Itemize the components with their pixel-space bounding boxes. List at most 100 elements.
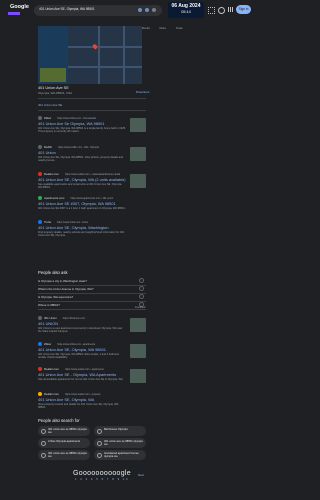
result-snippet: 401 Union is a new apartment community i… xyxy=(38,327,123,334)
time-label: 05:14 xyxy=(181,10,191,14)
tab-tools[interactable]: Tools xyxy=(176,26,183,30)
related-search-chip[interactable]: Urban Olympia apartments xyxy=(38,438,90,448)
result-url[interactable]: https://www.realtor.com › property xyxy=(65,393,101,396)
result-thumbnail[interactable] xyxy=(130,174,146,188)
result-title[interactable]: 401 Union Ave SE, Olympia, WA xyxy=(38,397,146,402)
site-favicon-icon xyxy=(38,392,42,396)
google-logo[interactable]: Google xyxy=(6,3,30,19)
result-snippet: 401 Union Ave SE, Olympia, WA 98501 is a… xyxy=(38,127,126,134)
result-url[interactable]: https://www.realtor.com › apartments xyxy=(65,368,104,371)
paa-question-text: Where is 98501? xyxy=(38,303,60,307)
site-name: Apartments.com xyxy=(44,196,65,200)
search-result: 401 Union https://401union.com 401 UNION … xyxy=(38,316,146,334)
search-result: Zillow https://www.zillow.com › homedetai… xyxy=(38,116,146,134)
search-icon xyxy=(41,453,46,458)
search-query: 401 Union Ave SE, Olympia, WA 98501 xyxy=(39,7,95,11)
result-snippet: See available apartments and rental unit… xyxy=(38,183,123,190)
chevron-down-icon[interactable] xyxy=(139,278,144,283)
search-result: Realtor.com https://www.realtor.com › rea… xyxy=(38,172,146,190)
result-title[interactable]: 401 Union Ave SE, Olympia, Washington xyxy=(38,225,146,230)
result-url[interactable]: https://www.zillow.com › apartments xyxy=(57,343,95,346)
chip-label: Urban Olympia apartments xyxy=(48,440,81,443)
search-input[interactable]: 401 Union Ave SE, Olympia, WA 98501 xyxy=(34,5,162,16)
chip-label: Goodwood apartment homes olympia wa xyxy=(104,452,139,459)
map-preview[interactable] xyxy=(38,26,142,84)
result-title[interactable]: 401 Union Ave SE #307, Olympia, WA 98501 xyxy=(38,201,146,206)
chip-label: Bell House Olympia xyxy=(104,428,128,431)
related-search-chip[interactable]: 401 union ave se 98501 olympia wa xyxy=(94,438,146,448)
search-icon xyxy=(97,441,102,446)
tab-more[interactable]: More xyxy=(159,26,166,30)
search-result: Realtor.com https://www.realtor.com › apa… xyxy=(38,367,146,383)
feedback-link[interactable]: Feedback xyxy=(135,306,146,309)
search-icon xyxy=(41,429,46,434)
site-name: 401 Union xyxy=(44,316,57,320)
labs-icon[interactable] xyxy=(208,7,215,14)
related-search-chip[interactable]: Bell House Olympia xyxy=(94,426,146,436)
result-url[interactable]: https://www.trulia.com › home xyxy=(57,221,88,224)
result-url[interactable]: https://www.redfin.com › WA › Olympia xyxy=(58,146,99,149)
result-url[interactable]: https://www.zillow.com › homedetails xyxy=(57,117,96,120)
site-favicon-icon xyxy=(38,116,42,120)
search-tabs: All Maps Images News Shopping Web Books … xyxy=(38,16,198,30)
result-url[interactable]: https://401union.com xyxy=(63,317,85,320)
chevron-down-icon[interactable] xyxy=(139,294,144,299)
result-url[interactable]: https://www.realtor.com › realestateandh… xyxy=(65,173,120,176)
pagination: Goooooooooogle 1 2 3 4 5 6 7 8 9 10 Next xyxy=(62,470,144,481)
result-thumbnail[interactable] xyxy=(130,344,146,358)
doodle-ribbon-icon xyxy=(8,12,20,15)
directions-button[interactable]: Directions xyxy=(136,90,149,94)
map-road xyxy=(123,26,125,84)
related-search-chip[interactable]: Goodwood apartment homes olympia wa xyxy=(94,450,146,460)
street-view-thumbnail[interactable] xyxy=(40,68,66,82)
site-favicon-icon xyxy=(38,220,42,224)
result-snippet: 401 Union Ave SE, Olympia, WA 98501 offe… xyxy=(38,353,120,360)
site-favicon-icon xyxy=(38,342,42,346)
search-result: Realtor.com https://www.realtor.com › pro… xyxy=(38,392,146,410)
search-icon xyxy=(41,441,46,446)
site-name: Realtor.com xyxy=(44,367,59,371)
paa-question[interactable]: Where is 98501? xyxy=(38,301,146,310)
result-thumbnail[interactable] xyxy=(130,318,146,332)
chevron-down-icon[interactable] xyxy=(139,286,144,291)
logo-text: Google xyxy=(10,4,29,10)
place-title[interactable]: 401 Union Ave SE xyxy=(38,86,69,90)
page-numbers[interactable]: 1 2 3 4 5 6 7 8 9 10 xyxy=(62,477,142,481)
search-result: Trulia https://www.trulia.com › home 401 … xyxy=(38,220,146,238)
result-snippet: See all available apartments for rent at… xyxy=(38,378,124,381)
result-snippet: 401 Union Ave SE #307 is a 1 bed, 1 bath… xyxy=(38,207,126,210)
result-url[interactable]: https://www.apartments.com › 401-union xyxy=(70,197,113,200)
apps-grid-icon[interactable] xyxy=(228,7,233,12)
date-label: 06 Aug 2024 xyxy=(171,3,201,9)
site-favicon-icon xyxy=(38,316,42,320)
map-road xyxy=(68,46,142,48)
map-road xyxy=(98,26,100,84)
site-name: Zillow xyxy=(44,342,52,346)
result-thumbnail[interactable] xyxy=(130,369,146,383)
tab-books[interactable]: Books xyxy=(142,26,150,30)
lens-icon[interactable] xyxy=(145,8,149,12)
pager-logo: Goooooooooogle xyxy=(73,470,131,477)
search-icon xyxy=(97,429,102,434)
search-icon xyxy=(97,453,102,458)
place-address: Olympia, WA 98501, USA xyxy=(38,91,73,95)
chip-label: 401 union ave se 98501 olympia wa xyxy=(48,452,87,459)
gear-icon[interactable] xyxy=(218,7,225,14)
related-search-chip[interactable]: 401 union ave se 98501 olympia wa xyxy=(38,426,90,436)
more-about-link[interactable]: 401 Union Ave SE xyxy=(38,103,62,107)
search-icon[interactable] xyxy=(152,8,156,12)
paa-question-text: What is the Union Avenue in Olympia, WA? xyxy=(38,287,94,291)
sign-in-button[interactable]: Sign in xyxy=(236,5,251,14)
next-page-link[interactable]: Next xyxy=(138,473,144,477)
site-name: Realtor.com xyxy=(44,172,59,176)
related-search-chip[interactable]: 401 union ave se 98501 olympia wa xyxy=(38,450,90,460)
result-snippet: Find property details, nearby schools an… xyxy=(38,231,125,238)
result-thumbnail[interactable] xyxy=(130,147,146,161)
site-name: Zillow xyxy=(44,116,52,120)
paa-question-text: Is Olympia, WA expensive? xyxy=(38,295,74,299)
result-thumbnail[interactable] xyxy=(130,118,146,132)
site-name: Redfin xyxy=(44,145,53,149)
paa-heading: People also ask xyxy=(38,270,68,275)
mic-icon[interactable] xyxy=(138,8,142,12)
divider xyxy=(38,110,146,111)
